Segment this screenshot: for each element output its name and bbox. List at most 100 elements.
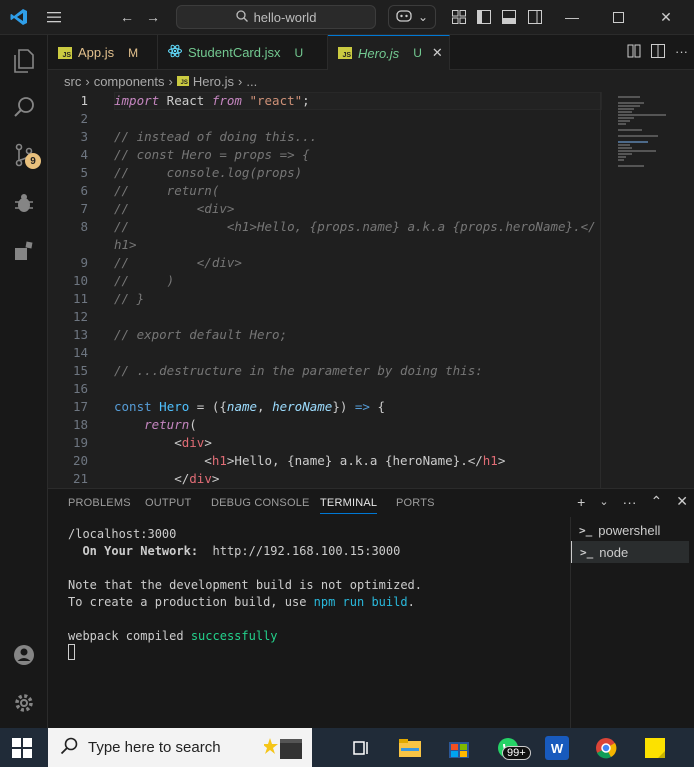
command-center-search[interactable]: hello-world	[176, 5, 376, 29]
code-line[interactable]: h1>	[48, 236, 608, 254]
chevron-right-icon: ›	[238, 73, 243, 89]
chevron-down-icon[interactable]: ⌄	[599, 495, 608, 508]
breadcrumb-item[interactable]: components	[94, 74, 165, 89]
network-label: On Your Network:	[68, 544, 199, 558]
arrow-left-icon[interactable]: ←	[118, 8, 136, 26]
minimap-line	[618, 159, 624, 161]
file-explorer-icon[interactable]	[398, 736, 422, 760]
toggle-panel-icon[interactable]	[500, 8, 518, 26]
arrow-right-icon[interactable]: →	[144, 8, 162, 26]
code-line[interactable]: 1 import React from "react";	[48, 92, 608, 110]
chrome-icon[interactable]	[594, 736, 618, 760]
more-actions-icon[interactable]: ···	[623, 494, 637, 510]
code-line[interactable]: 19 <div>	[48, 434, 608, 452]
accounts-icon[interactable]	[0, 633, 48, 677]
breadcrumb-item[interactable]: Hero.js	[193, 74, 234, 89]
code-line[interactable]: 16	[48, 380, 608, 398]
tab-label: App.js	[78, 45, 115, 60]
media-icon	[262, 734, 304, 766]
code-text: return(	[144, 417, 197, 432]
breadcrumb: src › components › JS Hero.js › ...	[48, 70, 694, 92]
sticky-notes-icon[interactable]	[643, 736, 667, 760]
terminal-item-powershell[interactable]: >_ powershell	[571, 519, 689, 541]
code-line[interactable]: 3 // instead of doing this...	[48, 128, 608, 146]
terminal-list: >_ powershell >_ node	[570, 517, 694, 729]
code-line[interactable]: 9 // </div>	[48, 254, 608, 272]
code-line[interactable]: 20 <h1>Hello, {name} a.k.a {heroName}.</…	[48, 452, 608, 470]
code-line[interactable]: 4 // const Hero = props => {	[48, 146, 608, 164]
tab-problems[interactable]: PROBLEMS	[68, 497, 131, 509]
task-view-icon[interactable]	[350, 736, 374, 760]
more-actions-icon[interactable]: ···	[675, 44, 688, 61]
terminal-line: On Your Network: http://192.168.100.15:3…	[68, 543, 400, 560]
maximize-icon[interactable]	[598, 4, 638, 30]
code-line[interactable]: 15 // ...destructure in the parameter by …	[48, 362, 608, 380]
terminal-line: To create a production build, use npm ru…	[68, 594, 415, 611]
code-line[interactable]: 12	[48, 308, 608, 326]
tab-output[interactable]: OUTPUT	[145, 497, 191, 509]
word-icon[interactable]: W	[545, 736, 569, 760]
minimap-line	[618, 105, 640, 107]
tab-label: StudentCard.jsx	[188, 45, 281, 60]
split-editor-icon[interactable]	[651, 44, 665, 61]
customize-layout-icon[interactable]	[450, 8, 468, 26]
tab-app-js[interactable]: JS App.js M	[48, 35, 158, 70]
whatsapp-badge: 99+	[502, 746, 531, 760]
new-terminal-icon[interactable]: +	[577, 494, 585, 510]
code-line[interactable]: 14	[48, 344, 608, 362]
code-line[interactable]: 5 // console.log(props)	[48, 164, 608, 182]
line-number: 6	[80, 183, 88, 198]
source-control-icon[interactable]: 9	[0, 133, 48, 177]
taskbar-search[interactable]: Type here to search	[48, 728, 312, 767]
code-line[interactable]: 7 // <div>	[48, 200, 608, 218]
close-panel-icon[interactable]: ✕	[676, 493, 688, 510]
terminal-output[interactable]: /localhost:3000 On Your Network: http://…	[48, 517, 568, 729]
tab-debug-console[interactable]: DEBUG CONSOLE	[211, 497, 310, 509]
run-debug-icon[interactable]	[0, 181, 48, 225]
breadcrumb-item[interactable]: ...	[246, 74, 257, 89]
windows-start-icon[interactable]	[12, 738, 32, 758]
minimap-line	[618, 123, 626, 125]
minimize-icon[interactable]: —	[552, 4, 592, 30]
code-line[interactable]: 6 // return(	[48, 182, 608, 200]
tab-terminal[interactable]: TERMINAL	[320, 497, 378, 514]
bottom-panel: PROBLEMS OUTPUT DEBUG CONSOLE TERMINAL P…	[48, 488, 694, 729]
maximize-panel-icon[interactable]: ⌃	[651, 493, 663, 510]
line-number: 9	[80, 255, 88, 270]
line-number: 12	[72, 309, 88, 324]
code-line[interactable]: 17 const Hero = ({name, heroName}) => {	[48, 398, 608, 416]
tab-studentcard-jsx[interactable]: StudentCard.jsx U	[158, 35, 328, 70]
breadcrumb-item[interactable]: src	[64, 74, 81, 89]
copilot-button[interactable]: ⌄	[388, 5, 436, 29]
code-line[interactable]: 21 </div>	[48, 470, 608, 488]
toggle-sidebar-icon[interactable]	[475, 8, 493, 26]
code-text: <div>	[114, 435, 212, 450]
close-tab-icon[interactable]: ✕	[432, 45, 443, 61]
minimap[interactable]	[608, 92, 694, 488]
code-editor[interactable]: 1 import React from "react"; 2 3 // instead …	[48, 92, 694, 488]
code-text: // console.log(props)	[114, 165, 303, 180]
toggle-secondary-sidebar-icon[interactable]	[526, 8, 544, 26]
tab-ports[interactable]: PORTS	[396, 497, 435, 509]
menu-icon[interactable]	[45, 8, 63, 26]
network-url: http://192.168.100.15:3000	[198, 544, 401, 558]
close-icon[interactable]: ✕	[646, 4, 686, 30]
terminal-item-node[interactable]: >_ node	[571, 541, 689, 563]
tab-hero-js[interactable]: JS Hero.js U ✕	[328, 35, 450, 70]
open-changes-icon[interactable]	[627, 44, 641, 61]
code-line[interactable]: 10 // )	[48, 272, 608, 290]
code-text: // return(	[114, 183, 220, 198]
code-line[interactable]: 8 // <h1>Hello, {props.name} a.k.a {props…	[48, 218, 608, 236]
react-file-icon	[168, 44, 182, 61]
manage-gear-icon[interactable]	[0, 681, 48, 725]
explorer-icon[interactable]	[0, 39, 48, 83]
minimap-line	[618, 108, 634, 110]
code-line[interactable]: 18 return(	[48, 416, 608, 434]
code-line[interactable]: 11 // }	[48, 290, 608, 308]
store-icon[interactable]	[447, 736, 471, 760]
extensions-icon[interactable]	[0, 229, 48, 273]
code-line[interactable]: 2	[48, 110, 608, 128]
panel-tab-bar: PROBLEMS OUTPUT DEBUG CONSOLE TERMINAL P…	[48, 489, 694, 517]
search-icon[interactable]	[0, 85, 48, 129]
code-line[interactable]: 13 // export default Hero;	[48, 326, 608, 344]
